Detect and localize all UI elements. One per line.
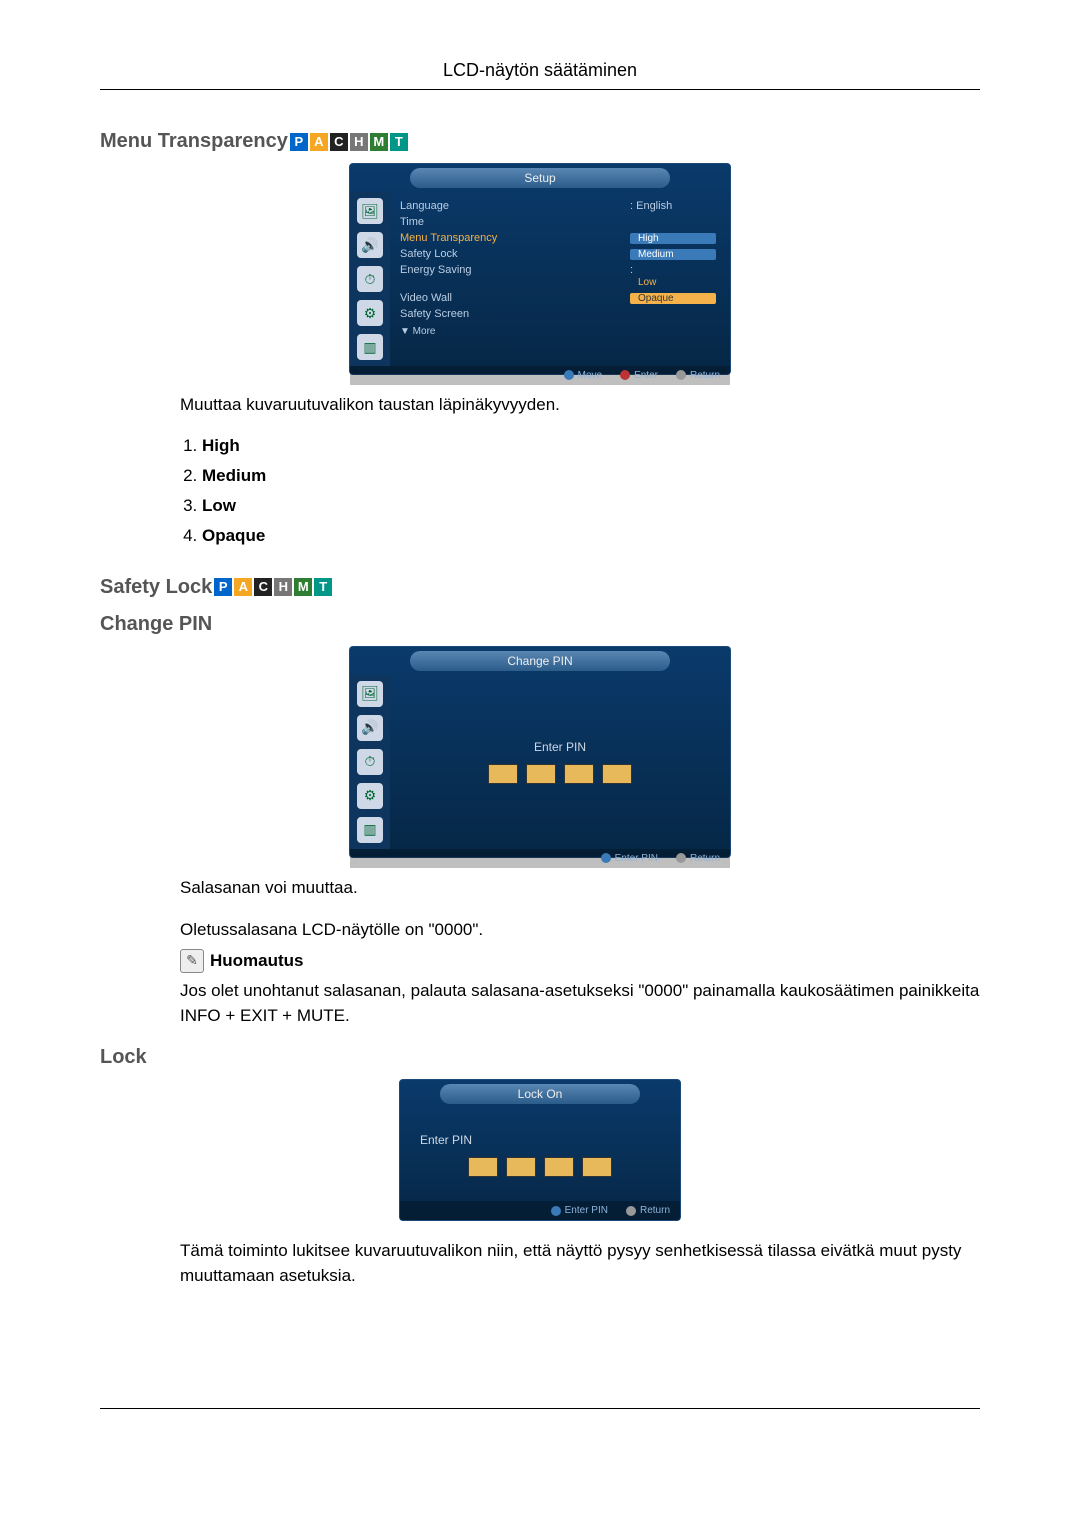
badge-m-icon: M bbox=[294, 578, 312, 596]
note-label: Huomautus bbox=[210, 951, 304, 971]
pin-digit bbox=[564, 764, 594, 784]
heading-text: Menu Transparency bbox=[100, 130, 288, 153]
setup-icon: ⚙ bbox=[357, 300, 383, 326]
osd-title: Change PIN bbox=[410, 651, 670, 671]
row-more: ▼ More bbox=[400, 322, 720, 337]
multi-icon: ▥ bbox=[357, 817, 383, 843]
osd-title: Setup bbox=[410, 168, 670, 188]
opt-low: Low bbox=[630, 277, 716, 288]
row-safety-lock: Safety Lock bbox=[400, 248, 457, 260]
setup-icon: ⚙ bbox=[357, 783, 383, 809]
pin-digit bbox=[582, 1157, 612, 1177]
row-safety-screen: Safety Screen bbox=[400, 308, 469, 320]
enter-pin-label: Enter PIN bbox=[534, 740, 586, 754]
sound-icon: 🔊 bbox=[357, 232, 383, 258]
pin-digit bbox=[468, 1157, 498, 1177]
badge-p-icon: P bbox=[214, 578, 232, 596]
opt-high: High bbox=[630, 233, 716, 244]
row-time: Time bbox=[400, 216, 424, 228]
badge-h-icon: H bbox=[350, 133, 368, 151]
osd-title: Lock On bbox=[440, 1084, 640, 1104]
badge-a-icon: A bbox=[234, 578, 252, 596]
row-language: Language bbox=[400, 200, 449, 212]
row-language-val: : English bbox=[630, 200, 720, 212]
mt-options-list: High Medium Low Opaque bbox=[180, 436, 980, 546]
heading-change-pin: Change PIN bbox=[100, 613, 980, 636]
badge-c-icon: C bbox=[330, 133, 348, 151]
row-video-wall: Video Wall bbox=[400, 292, 452, 304]
heading-safety-lock: Safety Lock P A C H M T bbox=[100, 576, 980, 599]
pin-input-boxes bbox=[468, 1157, 612, 1177]
osd-menu-list: Language : English Time Menu Transparency… bbox=[390, 192, 730, 366]
header-divider bbox=[100, 89, 980, 90]
osd-change-pin-screenshot: Change PIN 🖼 🔊 ⏱ ⚙ ▥ Enter PIN bbox=[349, 646, 731, 858]
picture-icon: 🖼 bbox=[357, 198, 383, 224]
note-body: Jos olet unohtanut salasanan, palauta sa… bbox=[180, 979, 980, 1028]
pin-digit bbox=[544, 1157, 574, 1177]
change-pin-p1: Salasanan voi muuttaa. bbox=[180, 876, 980, 901]
footer-return: Return bbox=[676, 853, 720, 864]
pin-digit bbox=[526, 764, 556, 784]
footer-move: Move bbox=[564, 370, 602, 381]
osd-footer: Move Enter Return bbox=[350, 366, 730, 385]
footer-divider bbox=[100, 1408, 980, 1409]
timer-icon: ⏱ bbox=[357, 266, 383, 292]
heading-lock: Lock bbox=[100, 1046, 980, 1069]
badge-h-icon: H bbox=[274, 578, 292, 596]
row-menu-transparency: Menu Transparency bbox=[400, 232, 497, 244]
pin-digit bbox=[488, 764, 518, 784]
page-header: LCD-näytön säätäminen bbox=[100, 60, 980, 81]
opt-medium: Medium bbox=[630, 249, 716, 260]
heading-menu-transparency: Menu Transparency P A C H M T bbox=[100, 130, 980, 153]
footer-enter: Enter bbox=[620, 370, 658, 381]
list-item: High bbox=[202, 436, 980, 456]
multi-icon: ▥ bbox=[357, 334, 383, 360]
badge-t-icon: T bbox=[314, 578, 332, 596]
osd-side-icons: 🖼 🔊 ⏱ ⚙ ▥ bbox=[350, 675, 390, 849]
timer-icon: ⏱ bbox=[357, 749, 383, 775]
mt-description: Muuttaa kuvaruutuvalikon taustan läpinäk… bbox=[180, 393, 980, 418]
pin-digit bbox=[602, 764, 632, 784]
footer-enter-pin: Enter PIN bbox=[601, 853, 658, 864]
osd-setup-screenshot: Setup 🖼 🔊 ⏱ ⚙ ▥ Language : English Time M… bbox=[349, 163, 731, 375]
lock-description: Tämä toiminto lukitsee kuvaruutuvalikon … bbox=[180, 1239, 980, 1288]
osd-lock-screenshot: Lock On Enter PIN Enter PIN Return bbox=[399, 1079, 681, 1221]
osd-side-icons: 🖼 🔊 ⏱ ⚙ ▥ bbox=[350, 192, 390, 366]
osd-footer: Enter PIN Return bbox=[350, 849, 730, 868]
picture-icon: 🖼 bbox=[357, 681, 383, 707]
list-item: Low bbox=[202, 496, 980, 516]
list-item: Opaque bbox=[202, 526, 980, 546]
pin-input-boxes bbox=[488, 764, 632, 784]
badge-p-icon: P bbox=[290, 133, 308, 151]
osd-footer: Enter PIN Return bbox=[400, 1201, 680, 1220]
badge-a-icon: A bbox=[310, 133, 328, 151]
sound-icon: 🔊 bbox=[357, 715, 383, 741]
badge-t-icon: T bbox=[390, 133, 408, 151]
footer-enter-pin: Enter PIN bbox=[551, 1205, 608, 1216]
badge-m-icon: M bbox=[370, 133, 388, 151]
row-energy-saving: Energy Saving bbox=[400, 264, 472, 288]
enter-pin-label: Enter PIN bbox=[420, 1133, 472, 1147]
change-pin-p2: Oletussalasana LCD-näytölle on "0000". bbox=[180, 918, 980, 943]
footer-return: Return bbox=[626, 1205, 670, 1216]
note-icon: ✎ bbox=[180, 949, 204, 973]
opt-opaque: Opaque bbox=[630, 293, 716, 304]
list-item: Medium bbox=[202, 466, 980, 486]
pin-digit bbox=[506, 1157, 536, 1177]
badge-c-icon: C bbox=[254, 578, 272, 596]
heading-text: Safety Lock bbox=[100, 576, 212, 599]
footer-return: Return bbox=[676, 370, 720, 381]
